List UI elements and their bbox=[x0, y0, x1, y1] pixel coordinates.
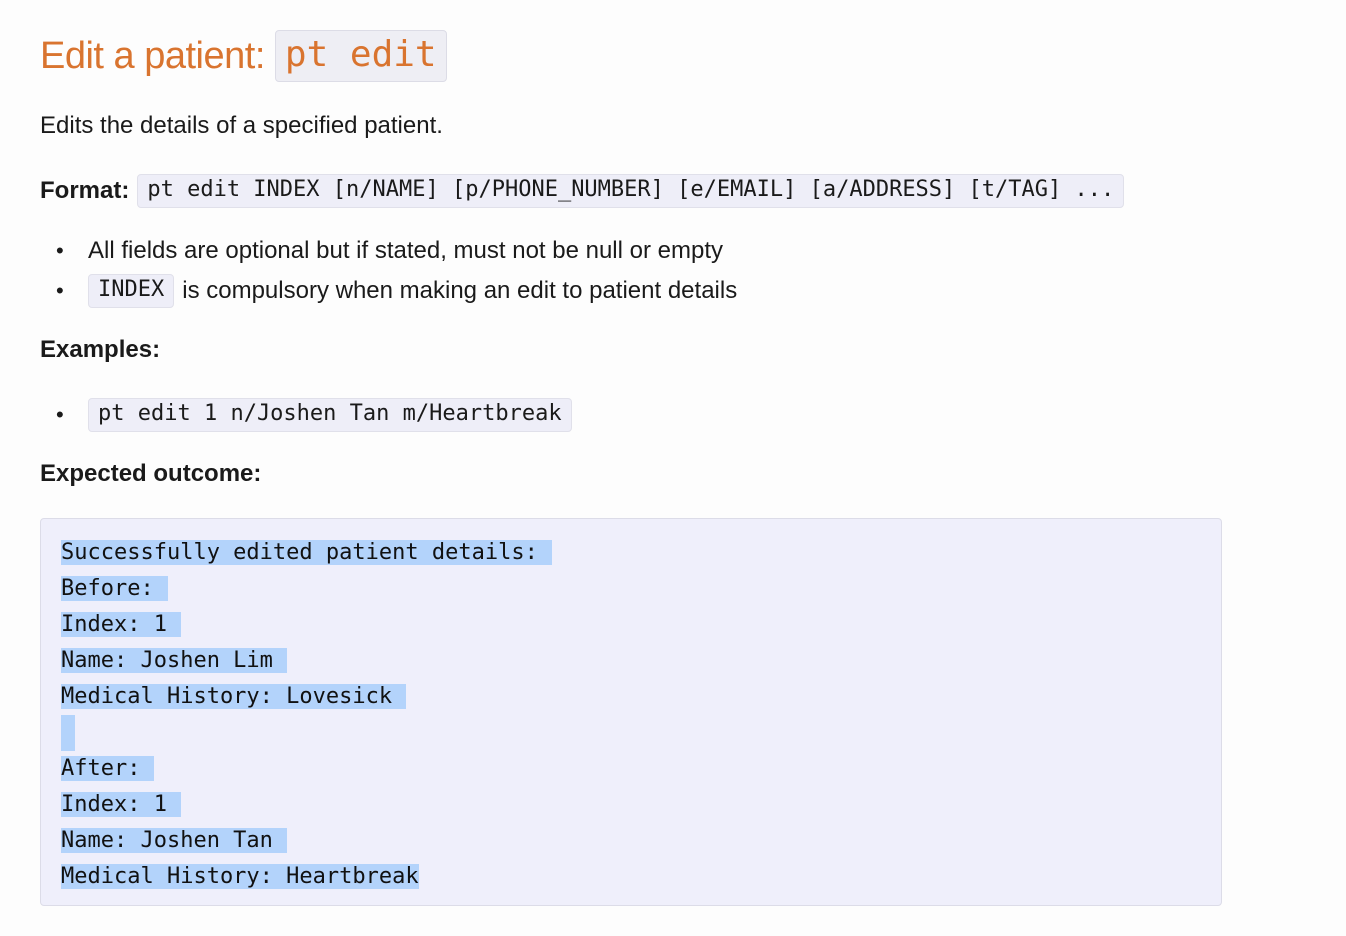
note-text: is compulsory when making an edit to pat… bbox=[182, 277, 738, 304]
code-line: Successfully edited patient details: bbox=[61, 535, 552, 571]
code-line: Index: 1 bbox=[61, 787, 181, 823]
description-text: Edits the details of a specified patient… bbox=[40, 112, 443, 139]
code-line: Index: 1 bbox=[61, 607, 181, 643]
code-line: Name: Joshen Lim bbox=[61, 643, 287, 679]
code-line: Name: Joshen Tan bbox=[61, 823, 287, 859]
code-line: After: bbox=[61, 751, 155, 787]
code-line: Before: bbox=[61, 571, 168, 607]
code-line: Medical History: Lovesick bbox=[61, 679, 407, 715]
heading-title: Edit a patient: bbox=[40, 34, 265, 77]
note-item: • INDEX is compulsory when making an edi… bbox=[40, 274, 737, 308]
note-item: • All fields are optional but if stated,… bbox=[40, 235, 723, 267]
section-heading: Edit a patient: pt edit bbox=[40, 30, 447, 82]
code-line: Medical History: Heartbreak bbox=[61, 864, 419, 889]
note-text: All fields are optional but if stated, m… bbox=[88, 237, 724, 264]
format-row: Format: pt edit INDEX [n/NAME] [p/PHONE_… bbox=[40, 174, 1125, 208]
code-line-blank bbox=[61, 715, 75, 751]
expected-outcome-label: Expected outcome: bbox=[40, 460, 262, 487]
bullet-dot-icon: • bbox=[56, 278, 64, 303]
bullet-dot-icon: • bbox=[56, 402, 64, 427]
heading-command-code: pt edit bbox=[274, 30, 447, 82]
format-syntax-code: pt edit INDEX [n/NAME] [p/PHONE_NUMBER] … bbox=[137, 174, 1125, 208]
examples-label: Examples: bbox=[40, 336, 161, 363]
example-code: pt edit 1 n/Joshen Tan m/Heartbreak bbox=[88, 398, 572, 432]
format-label: Format: bbox=[40, 177, 130, 204]
bullet-dot-icon: • bbox=[56, 238, 64, 263]
expected-outcome-codeblock[interactable]: Successfully edited patient details: Bef… bbox=[40, 518, 1222, 906]
note-code: INDEX bbox=[88, 274, 175, 308]
example-item: • pt edit 1 n/Joshen Tan m/Heartbreak bbox=[40, 398, 572, 432]
